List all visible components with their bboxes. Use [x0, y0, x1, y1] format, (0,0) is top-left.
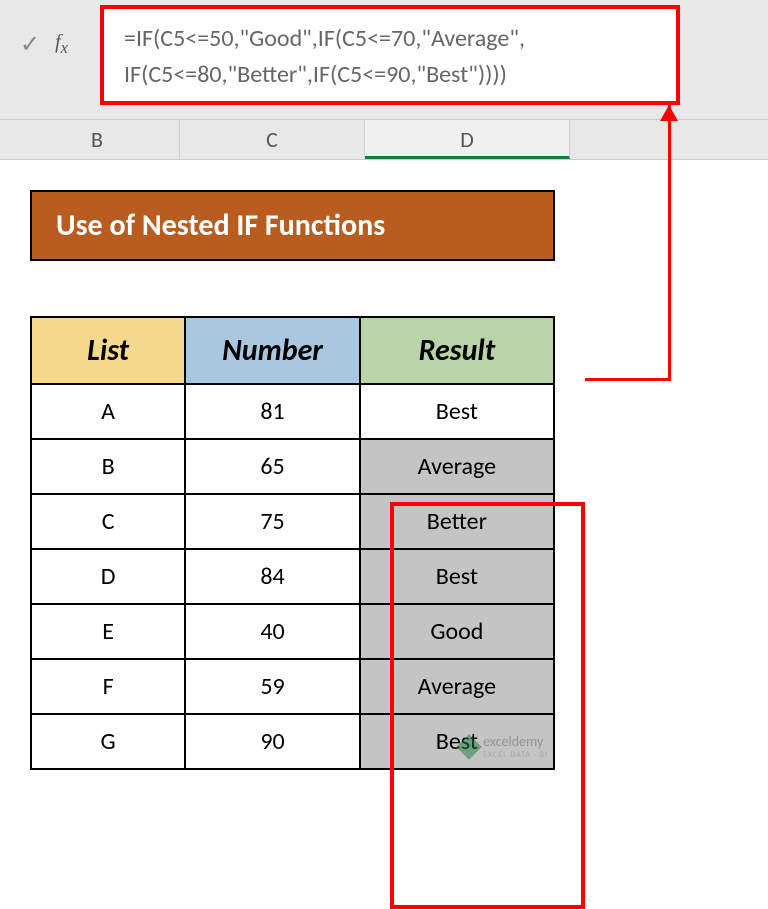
worksheet-content: Use of Nested IF Functions List Number R… — [0, 160, 768, 770]
table-row: E40Good — [31, 604, 554, 659]
column-header-D[interactable]: D — [365, 120, 570, 159]
header-list[interactable]: List — [31, 317, 185, 384]
result-cell[interactable]: Average — [360, 659, 554, 714]
result-cell[interactable]: Better — [360, 494, 554, 549]
table-row: B65Average — [31, 439, 554, 494]
number-cell[interactable]: 90 — [185, 714, 360, 769]
number-cell[interactable]: 75 — [185, 494, 360, 549]
list-cell[interactable]: G — [31, 714, 185, 769]
table-row: C75Better — [31, 494, 554, 549]
watermark: exceldemy EXCEL DATA · BI — [460, 733, 548, 760]
number-cell[interactable]: 81 — [185, 384, 360, 439]
title-banner: Use of Nested IF Functions — [30, 190, 555, 261]
list-cell[interactable]: C — [31, 494, 185, 549]
table-row: F59Average — [31, 659, 554, 714]
number-cell[interactable]: 84 — [185, 549, 360, 604]
result-cell[interactable]: Good — [360, 604, 554, 659]
table-body: A81BestB65AverageC75BetterD84BestE40Good… — [31, 384, 554, 769]
result-cell[interactable]: Best — [360, 384, 554, 439]
formula-controls: ✓ fx — [20, 30, 68, 59]
table-row: D84Best — [31, 549, 554, 604]
result-cell[interactable]: Average — [360, 439, 554, 494]
watermark-text: exceldemy EXCEL DATA · BI — [483, 733, 548, 760]
column-header-C[interactable]: C — [180, 120, 365, 159]
arrow-horizontal-line — [585, 378, 671, 381]
column-headers-row: B C D — [0, 120, 768, 160]
data-table: List Number Result A81BestB65AverageC75B… — [30, 316, 555, 770]
list-cell[interactable]: D — [31, 549, 185, 604]
number-cell[interactable]: 40 — [185, 604, 360, 659]
list-cell[interactable]: B — [31, 439, 185, 494]
list-cell[interactable]: A — [31, 384, 185, 439]
formula-input-box[interactable]: =IF(C5<=50,"Good",IF(C5<=70,"Average", I… — [100, 5, 680, 105]
header-result[interactable]: Result — [360, 317, 554, 384]
result-cell[interactable]: Best — [360, 549, 554, 604]
list-cell[interactable]: F — [31, 659, 185, 714]
formula-text-line1: =IF(C5<=50,"Good",IF(C5<=70,"Average", — [124, 21, 656, 57]
fx-icon[interactable]: fx — [55, 31, 68, 58]
enter-check-icon[interactable]: ✓ — [20, 30, 40, 59]
table-header-row: List Number Result — [31, 317, 554, 384]
number-cell[interactable]: 65 — [185, 439, 360, 494]
watermark-tagline: EXCEL DATA · BI — [483, 750, 548, 760]
formula-bar-area: ✓ fx =IF(C5<=50,"Good",IF(C5<=70,"Averag… — [0, 0, 768, 120]
list-cell[interactable]: E — [31, 604, 185, 659]
number-cell[interactable]: 59 — [185, 659, 360, 714]
arrow-head-icon — [660, 105, 678, 121]
column-header-B[interactable]: B — [15, 120, 180, 159]
arrow-vertical-line — [668, 105, 671, 380]
watermark-icon — [456, 734, 481, 759]
formula-text-line2: IF(C5<=80,"Better",IF(C5<=90,"Best")))) — [124, 57, 656, 93]
table-row: A81Best — [31, 384, 554, 439]
watermark-brand: exceldemy — [483, 733, 543, 750]
header-number[interactable]: Number — [185, 317, 360, 384]
